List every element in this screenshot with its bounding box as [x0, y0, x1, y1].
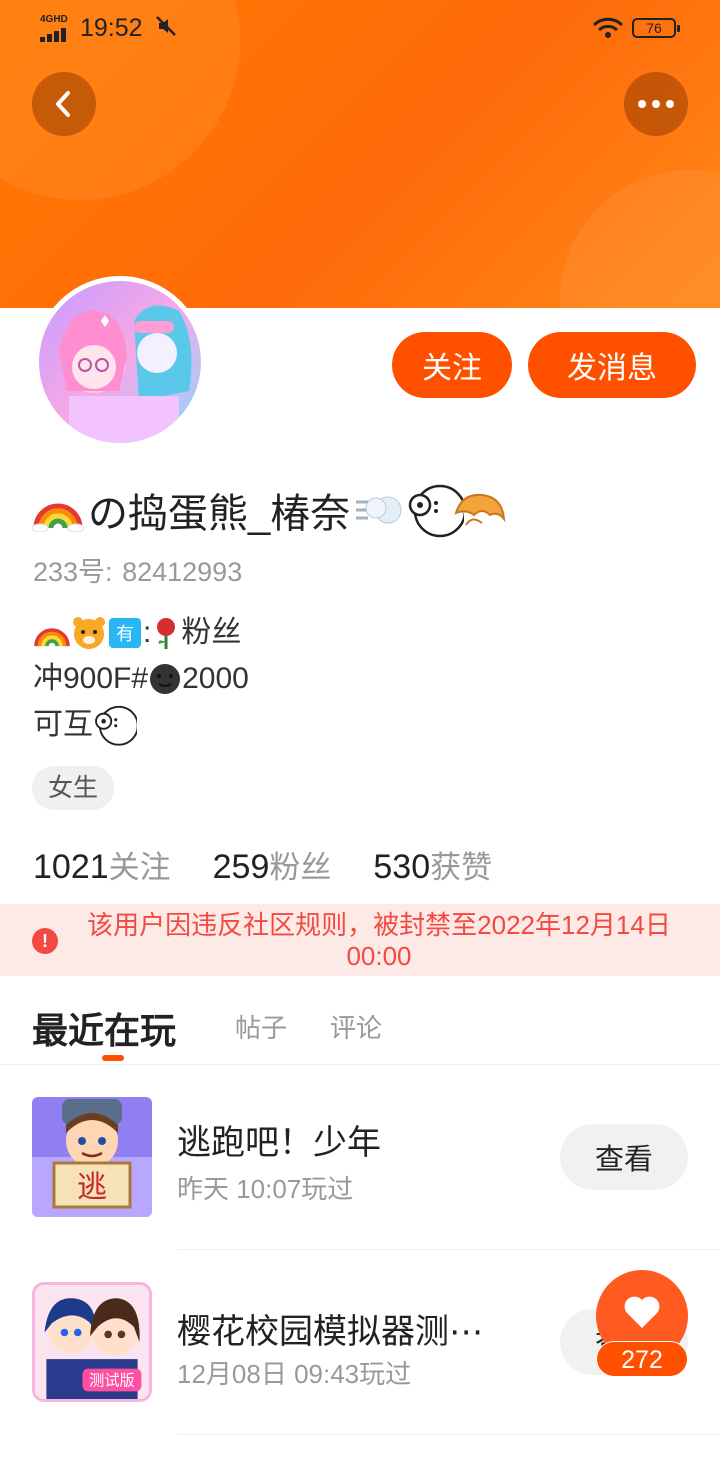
- bio-text: 可互: [33, 708, 93, 741]
- game-title: 樱花校园模拟器测⋯: [177, 1313, 483, 1351]
- face-emoji-icon: [95, 705, 137, 746]
- bio-text: 粉丝: [181, 616, 242, 649]
- game-last-played: 昨天 10:07玩过: [177, 1174, 354, 1204]
- following-label: 关注: [108, 850, 171, 885]
- dark-moon-emoji-icon: [150, 664, 181, 694]
- user-id-label: 233号:: [33, 557, 113, 587]
- bio-text: :: [143, 616, 152, 649]
- tab-recently-played[interactable]: 最近在玩: [32, 1002, 176, 1054]
- avatar-image: [39, 281, 201, 443]
- tiger-emoji-icon: [73, 617, 105, 649]
- bio-text: 2000: [182, 662, 249, 695]
- more-dots-icon: [638, 100, 674, 108]
- likes-stat: 530获赞: [373, 842, 492, 887]
- view-game-button[interactable]: 查看: [560, 1124, 688, 1190]
- rainbow-emoji-icon: [32, 503, 84, 532]
- tab-posts[interactable]: 帖子: [235, 1008, 287, 1045]
- divider: [177, 1434, 720, 1435]
- network-type: 4GHD: [40, 14, 68, 25]
- list-item[interactable]: 逃 逃跑吧！少年 昨天 10:07玩过 查看: [0, 1065, 720, 1245]
- tab-comments[interactable]: 评论: [330, 1008, 382, 1045]
- profile-tabs: 最近在玩 帖子 评论: [32, 998, 688, 1064]
- croissant-emoji-icon: [454, 493, 506, 526]
- back-button[interactable]: [32, 72, 96, 136]
- status-bar: 4GHD 19:52 76: [0, 0, 720, 56]
- ban-notice: ! 该用户因违反社区规则，被封禁至2022年12月14日 00:00: [0, 904, 720, 976]
- following-count: 1021: [33, 848, 109, 886]
- following-stat[interactable]: 1021关注: [33, 842, 171, 887]
- battery-icon: 76: [632, 18, 680, 38]
- game-icon: 逃: [32, 1097, 152, 1217]
- fans-stat[interactable]: 259粉丝: [213, 842, 332, 887]
- rainbow-emoji-icon: [34, 628, 70, 647]
- active-tab-indicator: [102, 1055, 124, 1061]
- fans-count: 259: [212, 848, 270, 886]
- gender-tag: 女生: [32, 766, 115, 810]
- heart-icon: [624, 1296, 660, 1328]
- game-icon-sign: 逃: [77, 1170, 107, 1205]
- avatar[interactable]: [34, 276, 206, 448]
- send-message-button[interactable]: 发消息: [528, 332, 696, 398]
- silent-icon: [155, 15, 177, 43]
- fans-label: 粉丝: [269, 850, 332, 885]
- more-button[interactable]: [624, 72, 688, 136]
- ban-notice-text: 该用户因违反社区规则，被封禁至2022年12月14日 00:00: [87, 910, 671, 971]
- warning-icon: !: [32, 928, 58, 954]
- bio: 有 : 粉丝 冲900F# 2000 可互: [33, 610, 249, 748]
- clock: 19:52: [80, 14, 143, 42]
- dash-emoji-icon: [356, 496, 402, 524]
- likes-label: 获赞: [430, 850, 493, 885]
- nickname: の捣蛋熊_椿奈: [88, 492, 351, 536]
- like-count: 272: [596, 1341, 688, 1377]
- follow-button[interactable]: 关注: [392, 332, 512, 398]
- game-title: 逃跑吧！少年: [177, 1124, 381, 1162]
- chevron-left-icon: [56, 91, 70, 117]
- rose-emoji-icon: [157, 618, 176, 649]
- bio-text: 冲900F#: [33, 662, 149, 695]
- game-icon: 测试版: [32, 1282, 152, 1402]
- game-icon-badge: 测试版: [89, 1372, 135, 1390]
- user-id: 233号: 82412993: [33, 550, 244, 589]
- header-decoration: [560, 170, 720, 308]
- nickname-row: の捣蛋熊_椿奈: [32, 480, 508, 540]
- game-last-played: 12月08日 09:43玩过: [177, 1359, 412, 1389]
- stats-row: 1021关注 259粉丝 530获赞: [33, 842, 534, 887]
- svg-text:有: 有: [116, 624, 134, 645]
- likes-count: 530: [373, 848, 431, 886]
- wifi-icon: [592, 17, 624, 44]
- user-id-value: 82412993: [122, 557, 243, 587]
- have-badge-icon: 有: [109, 618, 141, 648]
